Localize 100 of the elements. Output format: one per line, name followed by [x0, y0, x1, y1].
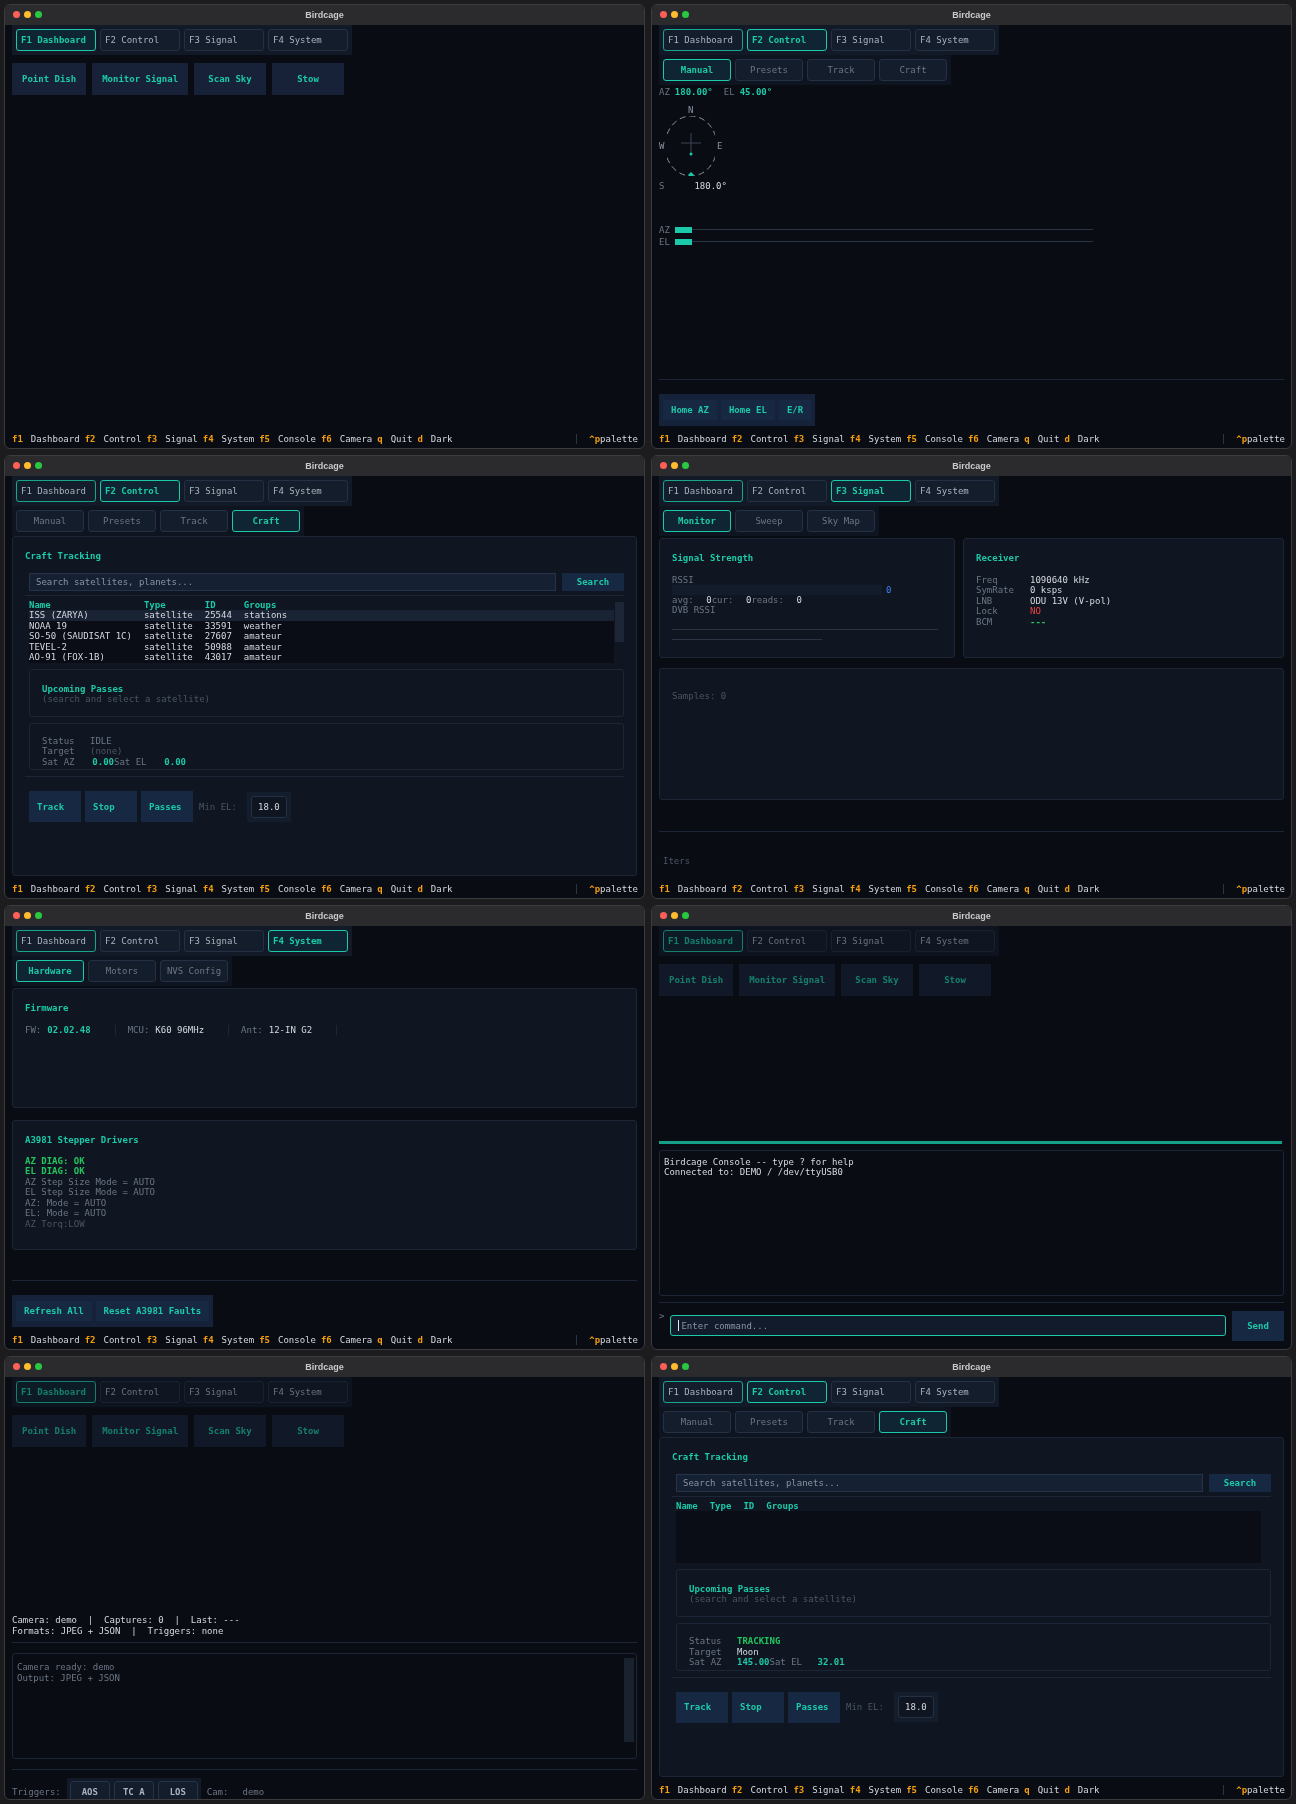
close-icon[interactable] [660, 912, 667, 919]
search-field[interactable]: Search satellites, planets... [676, 1473, 1203, 1492]
scrollbar[interactable] [624, 1658, 634, 1742]
tab[interactable]: F1 Dashboard [663, 29, 743, 51]
table-row[interactable]: SO-50 (SAUDISAT 1C) satellite 27607 amateur [29, 631, 614, 642]
tab[interactable]: F4 System [915, 930, 995, 952]
tab[interactable]: F4 System [268, 479, 348, 502]
minimize-icon[interactable] [671, 912, 678, 919]
action-button[interactable]: Reset A3981 Faults [95, 1300, 210, 1321]
shortcut-key[interactable]: f3 [146, 1334, 158, 1345]
tab[interactable]: F4 System [268, 930, 348, 952]
shortcut-key[interactable]: d [1064, 433, 1070, 444]
action-button[interactable]: Point Dish [659, 964, 734, 996]
minimize-icon[interactable] [671, 461, 678, 469]
action-button[interactable]: Scan Sky [194, 63, 267, 95]
shortcut-key[interactable]: f3 [793, 884, 805, 894]
shortcut-key[interactable]: f6 [967, 433, 979, 444]
close-icon[interactable] [13, 1362, 20, 1370]
shortcut-key[interactable]: f4 [849, 884, 861, 894]
maximize-icon[interactable] [35, 1362, 42, 1370]
scrollbar[interactable] [615, 601, 624, 642]
sub-tab[interactable]: Sweep [735, 509, 803, 532]
tab[interactable]: F1 Dashboard [663, 1380, 743, 1403]
shortcut-key[interactable]: f6 [967, 884, 979, 894]
tab[interactable]: F1 Dashboard [16, 29, 96, 51]
shortcut-key[interactable]: q [1024, 1785, 1030, 1795]
tab[interactable]: F3 Signal [184, 930, 264, 952]
shortcut-key[interactable]: d [417, 884, 423, 894]
action-button[interactable]: Passes [141, 791, 193, 822]
trigger-button[interactable]: AOS [69, 1781, 110, 1799]
action-button[interactable]: Home AZ [663, 399, 717, 420]
tab[interactable]: F2 Control [747, 479, 827, 502]
tab[interactable]: F2 Control [100, 479, 180, 502]
sub-tab[interactable]: Craft [232, 509, 300, 532]
shortcut-key[interactable]: f2 [731, 433, 743, 444]
shortcut-key[interactable]: f1 [659, 433, 670, 444]
maximize-icon[interactable] [682, 1362, 689, 1370]
sub-tab[interactable]: Hardware [16, 960, 84, 982]
maximize-icon[interactable] [35, 912, 42, 919]
tab[interactable]: F3 Signal [831, 1380, 911, 1403]
tab[interactable]: F3 Signal [831, 29, 911, 51]
close-icon[interactable] [13, 912, 20, 919]
maximize-icon[interactable] [682, 461, 689, 469]
tab[interactable]: F3 Signal [184, 479, 264, 502]
shortcut-key[interactable]: f5 [906, 433, 917, 444]
action-button[interactable]: Stow [919, 964, 992, 996]
action-button[interactable]: Monitor Signal [92, 63, 189, 95]
tab[interactable]: F3 Signal [831, 930, 911, 952]
tab[interactable]: F4 System [268, 1380, 348, 1403]
sub-tab[interactable]: Presets [735, 59, 803, 81]
shortcut-key[interactable]: f4 [202, 1334, 214, 1345]
sub-tab[interactable]: Manual [16, 509, 84, 532]
sub-tab[interactable]: Craft [879, 1410, 947, 1433]
shortcut-key[interactable]: f5 [259, 1334, 270, 1345]
action-button[interactable]: Home EL [720, 399, 775, 420]
shortcut-key[interactable]: d [417, 433, 423, 444]
action-button[interactable]: Stow [272, 1414, 345, 1447]
tab[interactable]: F2 Control [100, 29, 180, 51]
minimize-icon[interactable] [671, 11, 678, 18]
shortcut-key[interactable]: f6 [320, 433, 332, 444]
search-field[interactable]: Search satellites, planets... [29, 572, 556, 591]
maximize-icon[interactable] [682, 912, 689, 919]
close-icon[interactable] [13, 461, 20, 469]
action-button[interactable]: Monitor Signal [739, 964, 836, 996]
shortcut-key[interactable]: q [377, 433, 383, 444]
tab[interactable]: F3 Signal [184, 29, 264, 51]
shortcut-key[interactable]: ^p [589, 433, 601, 444]
shortcut-key[interactable]: f2 [84, 433, 96, 444]
shortcut-key[interactable]: f1 [12, 1334, 23, 1345]
tab[interactable]: F4 System [915, 1380, 995, 1403]
sub-tab[interactable]: Craft [879, 59, 947, 81]
sub-tab[interactable]: Track [160, 509, 228, 532]
shortcut-key[interactable]: f1 [12, 884, 23, 894]
action-button[interactable]: Monitor Signal [92, 1414, 189, 1447]
action-button[interactable]: Stop [732, 1691, 784, 1723]
tab[interactable]: F2 Control [747, 29, 827, 51]
shortcut-key[interactable]: f2 [84, 884, 96, 894]
shortcut-key[interactable]: d [1064, 1785, 1070, 1795]
tab[interactable]: F1 Dashboard [16, 930, 96, 952]
action-button[interactable]: Point Dish [12, 1414, 87, 1447]
tab[interactable]: F3 Signal [831, 479, 911, 502]
trigger-button[interactable]: LOS [157, 1781, 198, 1799]
action-button[interactable]: Point Dish [12, 63, 87, 95]
minimize-icon[interactable] [24, 11, 31, 18]
shortcut-key[interactable]: f1 [12, 433, 23, 444]
sub-tab[interactable]: Track [807, 59, 875, 81]
sub-tab[interactable]: NVS Config [160, 960, 228, 982]
close-icon[interactable] [660, 1362, 667, 1370]
table-row[interactable]: AO-91 (FOX-1B) satellite 43017 amateur [29, 652, 614, 663]
sub-tab[interactable]: Presets [88, 509, 156, 532]
sub-tab[interactable]: Monitor [663, 509, 731, 532]
shortcut-key[interactable]: f3 [793, 433, 805, 444]
minimize-icon[interactable] [671, 1362, 678, 1370]
action-button[interactable]: Stow [272, 63, 345, 95]
table-row[interactable]: ISS (ZARYA) satellite 25544 stations [29, 610, 614, 621]
shortcut-key[interactable]: f4 [202, 433, 214, 444]
shortcut-key[interactable]: q [1024, 433, 1030, 444]
shortcut-key[interactable]: q [1024, 884, 1030, 894]
shortcut-key[interactable]: f5 [259, 884, 270, 894]
shortcut-key[interactable]: f6 [320, 1334, 332, 1345]
